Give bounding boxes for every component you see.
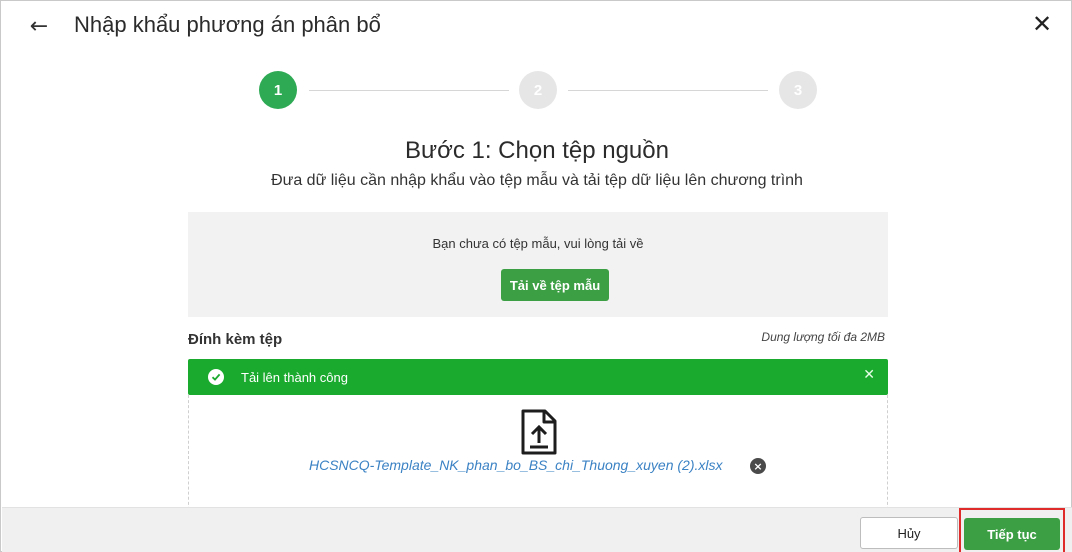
- template-panel: Bạn chưa có tệp mẫu, vui lòng tải về Tải…: [188, 212, 888, 317]
- step-description: Đưa dữ liệu cần nhập khẩu vào tệp mẫu và…: [271, 172, 803, 189]
- dialog-title: Nhập khẩu phương án phân bổ: [74, 12, 381, 37]
- import-dialog: ← Nhập khẩu phương án phân bổ ✕ 1 2 3 Bư…: [0, 0, 1072, 552]
- continue-highlight: Tiếp tục: [959, 508, 1065, 552]
- back-arrow-icon[interactable]: ←: [27, 13, 51, 39]
- step-2: 2: [519, 71, 557, 109]
- remove-file-icon[interactable]: ×: [750, 458, 766, 474]
- step-title: Bước 1: Chọn tệp nguồn: [405, 137, 669, 164]
- upload-success-banner: Tải lên thành công ✕: [188, 359, 888, 395]
- check-circle-icon: [208, 369, 224, 385]
- continue-button[interactable]: Tiếp tục: [964, 518, 1060, 550]
- uploaded-file-link[interactable]: HCSNCQ-Template_NK_phan_bo_BS_chi_Thuong…: [309, 457, 723, 473]
- cancel-button[interactable]: Hủy: [860, 517, 958, 549]
- close-banner-icon[interactable]: ✕: [863, 367, 875, 383]
- attachment-label: Đính kèm tệp: [188, 331, 283, 348]
- stepper: 1 2 3: [259, 71, 817, 109]
- file-drop-zone[interactable]: HCSNCQ-Template_NK_phan_bo_BS_chi_Thuong…: [188, 395, 888, 515]
- download-template-button[interactable]: Tải về tệp mẫu: [501, 269, 609, 301]
- step-connector: [568, 90, 768, 91]
- step-3: 3: [779, 71, 817, 109]
- upload-success-text: Tải lên thành công: [241, 370, 348, 385]
- template-message: Bạn chưa có tệp mẫu, vui lòng tải về: [432, 236, 644, 251]
- file-upload-icon: [519, 409, 559, 455]
- close-icon[interactable]: ✕: [1031, 10, 1053, 38]
- step-1: 1: [259, 71, 297, 109]
- size-limit-note: Dung lượng tối đa 2MB: [761, 330, 885, 344]
- step-connector: [309, 90, 509, 91]
- dialog-footer: Hủy Tiếp tục: [2, 507, 1072, 552]
